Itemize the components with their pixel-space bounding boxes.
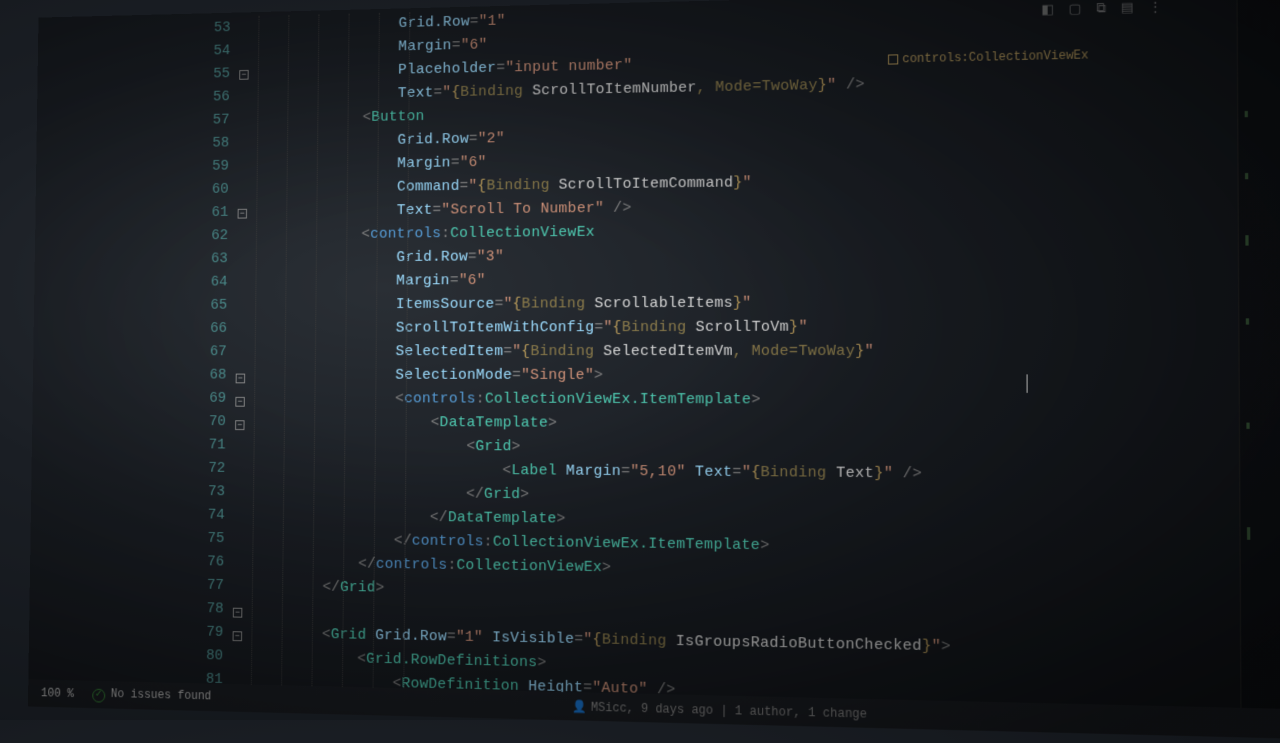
toolbar-icon[interactable]: ▢ xyxy=(1069,2,1082,18)
line-number: 75 xyxy=(30,525,224,551)
fold-toggle-icon[interactable]: − xyxy=(239,70,248,80)
line-number: 68 xyxy=(33,364,227,387)
code-line[interactable]: ItemsSource="{Binding ScrollableItems}" xyxy=(255,289,1280,317)
toolbar-icon[interactable]: ⧉ xyxy=(1096,1,1106,17)
issues-status[interactable]: ✓No issues found xyxy=(92,687,211,706)
line-number: 61 xyxy=(35,201,228,226)
line-number-gutter: 5354555657585960616263646566676869707172… xyxy=(28,12,259,712)
code-area[interactable]: Grid.Row="1" Margin="6" Placeholder="inp… xyxy=(251,0,1280,739)
line-number: 66 xyxy=(34,317,228,341)
line-number: 64 xyxy=(34,271,227,295)
line-number: 73 xyxy=(31,479,225,504)
line-number: 60 xyxy=(36,178,229,203)
line-number: 74 xyxy=(31,502,225,527)
line-number: 76 xyxy=(30,548,224,574)
toolbar-icon[interactable]: ◧ xyxy=(1041,2,1054,18)
line-number: 67 xyxy=(33,341,227,364)
breadcrumb-node-icon xyxy=(888,54,898,64)
fold-toggle-icon[interactable]: − xyxy=(235,420,244,430)
text-cursor xyxy=(1027,374,1028,392)
zoom-level[interactable]: 100 % xyxy=(41,686,74,700)
code-line[interactable]: ScrollToItemWithConfig="{Binding ScrollT… xyxy=(255,314,1280,341)
code-line[interactable]: SelectedItem="{Binding SelectedItemVm, M… xyxy=(255,339,1280,364)
fold-toggle-icon[interactable]: − xyxy=(233,608,243,618)
line-number: 72 xyxy=(31,456,225,481)
user-icon: 👤 xyxy=(572,700,587,714)
codelens-author-info[interactable]: 👤MSicc, 9 days ago | 1 author, 1 change xyxy=(572,699,867,721)
minimap-scrollbar[interactable] xyxy=(1236,0,1280,709)
fold-toggle-icon[interactable]: − xyxy=(238,209,247,219)
toolbar-icon[interactable]: ▤ xyxy=(1121,0,1134,16)
editor-toolbar: ◧ ▢ ⧉ ▤ ⋮ xyxy=(1041,0,1162,18)
line-number: 70 xyxy=(32,410,226,434)
line-number: 57 xyxy=(37,109,230,135)
code-editor[interactable]: 5354555657585960616263646566676869707172… xyxy=(28,0,1280,739)
line-number: 77 xyxy=(30,571,224,597)
toolbar-icon[interactable]: ⋮ xyxy=(1148,0,1162,15)
code-line[interactable]: SelectionMode="Single"> xyxy=(254,364,1280,389)
fold-toggle-icon[interactable]: − xyxy=(235,397,244,407)
line-number: 58 xyxy=(36,132,229,158)
line-number: 71 xyxy=(32,433,226,457)
fold-toggle-icon[interactable]: − xyxy=(233,631,243,641)
line-number: 65 xyxy=(34,294,227,318)
line-number: 69 xyxy=(32,387,226,411)
check-circle-icon: ✓ xyxy=(92,689,105,703)
line-number: 63 xyxy=(35,248,228,272)
line-number: 59 xyxy=(36,155,229,181)
line-number: 62 xyxy=(35,224,228,249)
fold-toggle-icon[interactable]: − xyxy=(236,374,245,384)
